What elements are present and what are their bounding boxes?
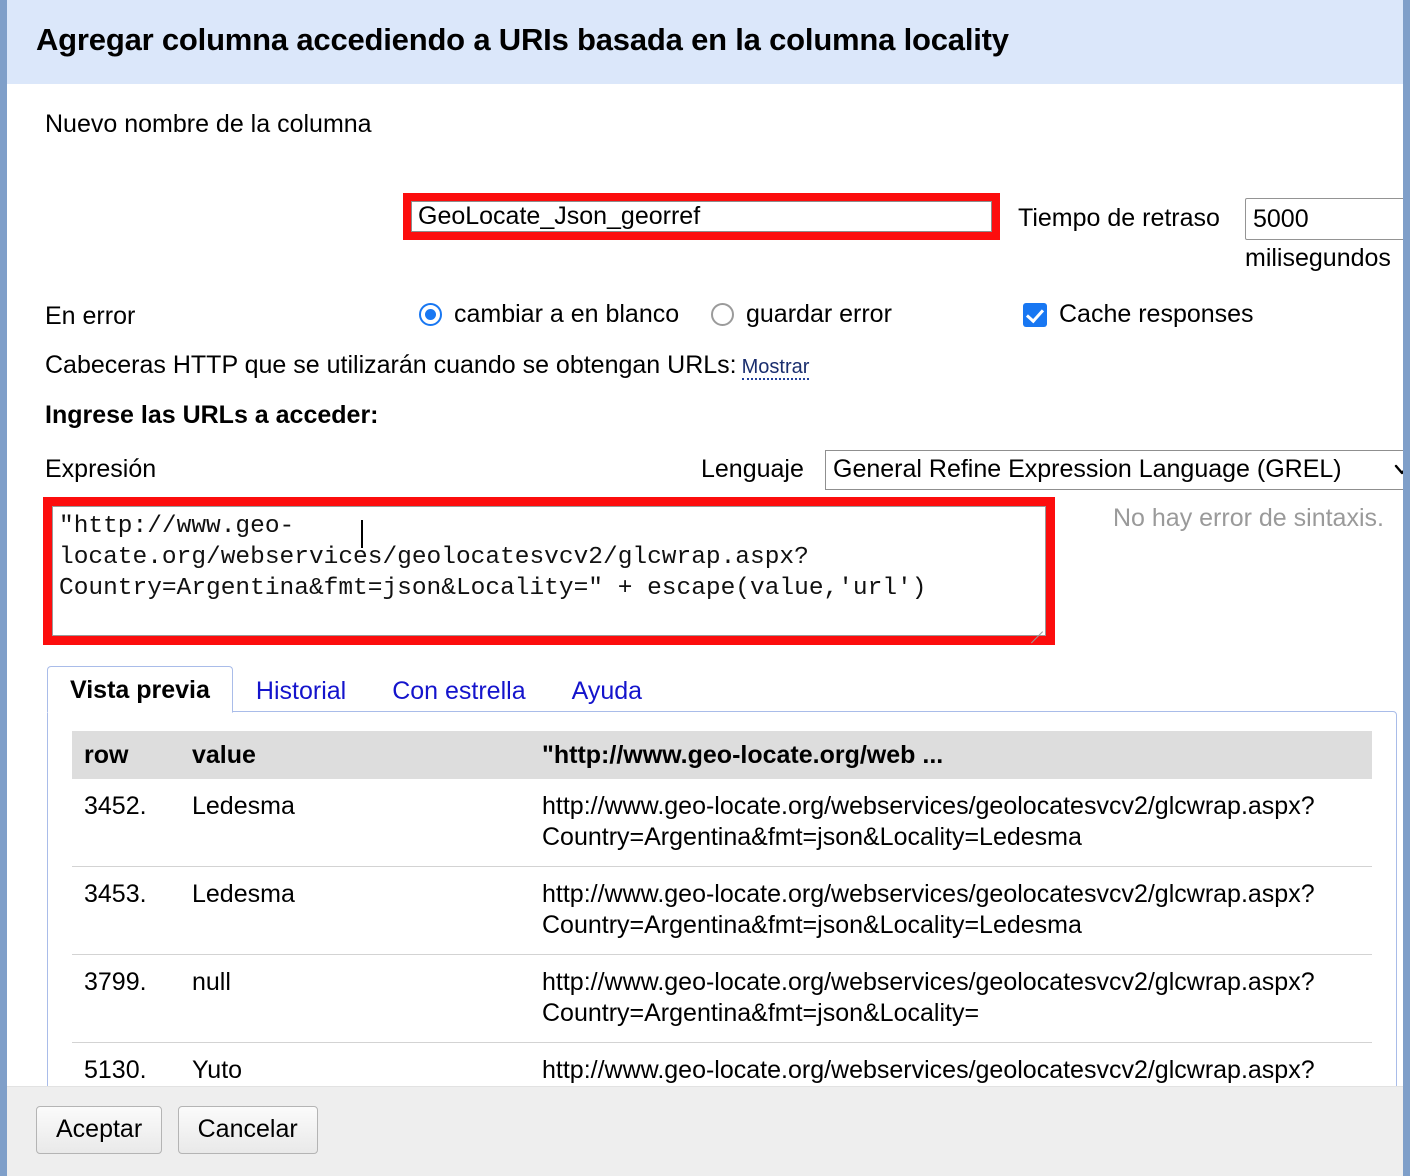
language-select-value: General Refine Expression Language (GREL…	[833, 455, 1342, 483]
page-title: Agregar columna accediendo a URIs basada…	[36, 22, 1009, 57]
col-header-value: value	[180, 731, 530, 779]
enter-urls-heading: Ingrese las URLs a acceder:	[45, 401, 379, 429]
cell-value: Yuto	[180, 1042, 530, 1086]
table-row: 5130. Yuto http://www.geo-locate.org/web…	[72, 1042, 1372, 1086]
dialog-header: Agregar columna accediendo a URIs basada…	[7, 0, 1403, 84]
cell-url: http://www.geo-locate.org/webservices/ge…	[530, 954, 1372, 1043]
expression-label: Expresión	[45, 455, 157, 483]
col-header-row: row	[72, 731, 180, 779]
tabstrip: Vista previa Historial Con estrella Ayud…	[47, 666, 1397, 713]
preview-panel: row value "http://www.geo-locate.org/web…	[47, 711, 1397, 1086]
dialog-footer: Aceptar Cancelar	[7, 1086, 1403, 1176]
cell-url: http://www.geo-locate.org/webservices/ge…	[530, 779, 1372, 867]
table-row: 3453. Ledesma http://www.geo-locate.org/…	[72, 866, 1372, 955]
table-row: 3799. null http://www.geo-locate.org/web…	[72, 954, 1372, 1043]
text-cursor	[361, 520, 363, 548]
http-headers-show-link[interactable]: Mostrar	[741, 356, 810, 380]
language-label: Lenguaje	[701, 455, 804, 483]
ok-button[interactable]: Aceptar	[36, 1106, 163, 1154]
radio-store-error-label: guardar error	[746, 300, 892, 328]
radio-set-to-blank[interactable]: cambiar a en blanco	[419, 298, 679, 331]
dialog-body: Nuevo nombre de la columna Tiempo de ret…	[7, 84, 1403, 1086]
delay-units-label: milisegundos	[1245, 244, 1391, 272]
cell-value: null	[180, 954, 530, 1043]
checkbox-checked-icon[interactable]	[1023, 302, 1047, 327]
tab-ayuda[interactable]: Ayuda	[549, 667, 665, 713]
http-headers-row: Cabeceras HTTP que se utilizarán cuando …	[45, 348, 810, 384]
col-header-url: "http://www.geo-locate.org/web ...	[530, 731, 1372, 779]
radio-set-to-blank-label: cambiar a en blanco	[454, 300, 680, 328]
table-header-row: row value "http://www.geo-locate.org/web…	[72, 731, 1372, 779]
cell-url: http://www.geo-locate.org/webservices/ge…	[530, 866, 1372, 955]
http-headers-label: Cabeceras HTTP que se utilizarán cuando …	[45, 351, 737, 379]
radio-unselected-icon[interactable]	[711, 303, 734, 326]
delay-input[interactable]	[1245, 198, 1403, 240]
cell-value: Ledesma	[180, 866, 530, 955]
preview-table-head: row value "http://www.geo-locate.org/web…	[72, 731, 1372, 779]
preview-table-body: 3452. Ledesma http://www.geo-locate.org/…	[72, 779, 1372, 1086]
on-error-row: En error cambiar a en blanco guardar err…	[45, 298, 1385, 338]
tab-historial[interactable]: Historial	[233, 667, 369, 713]
expression-tabs-area: Vista previa Historial Con estrella Ayud…	[47, 666, 1397, 1086]
tab-con-estrella[interactable]: Con estrella	[369, 667, 548, 713]
cache-responses-label: Cache responses	[1059, 300, 1254, 328]
radio-selected-icon[interactable]	[419, 303, 442, 326]
chevron-down-icon	[1393, 460, 1403, 478]
cell-row-index: 3452.	[72, 779, 180, 867]
cell-value: Ledesma	[180, 779, 530, 867]
preview-table: row value "http://www.geo-locate.org/web…	[72, 731, 1372, 1086]
new-column-row: Nuevo nombre de la columna	[7, 84, 1403, 162]
new-column-label: Nuevo nombre de la columna	[45, 110, 372, 138]
language-select[interactable]: General Refine Expression Language (GREL…	[825, 450, 1403, 490]
syntax-status: No hay error de sintaxis.	[1113, 504, 1384, 532]
table-row: 3452. Ledesma http://www.geo-locate.org/…	[72, 779, 1372, 867]
cell-row-index: 3799.	[72, 954, 180, 1043]
cancel-button[interactable]: Cancelar	[177, 1106, 318, 1154]
expression-textarea[interactable]: "http://www.geo-locate.org/webservices/g…	[52, 506, 1046, 636]
cell-row-index: 5130.	[72, 1042, 180, 1086]
on-error-label: En error	[45, 302, 136, 330]
cell-url: http://www.geo-locate.org/webservices/ge…	[530, 1042, 1372, 1086]
add-column-dialog: Agregar columna accediendo a URIs basada…	[0, 0, 1410, 1176]
radio-store-error[interactable]: guardar error	[711, 298, 892, 331]
cache-responses-toggle[interactable]: Cache responses	[1023, 298, 1254, 331]
cell-row-index: 3453.	[72, 866, 180, 955]
expression-highlight: "http://www.geo-locate.org/webservices/g…	[43, 497, 1055, 645]
delay-label: Tiempo de retraso	[1018, 204, 1220, 232]
tab-vista-previa[interactable]: Vista previa	[47, 666, 233, 713]
new-column-highlight	[403, 193, 1000, 240]
new-column-input[interactable]	[411, 201, 992, 232]
